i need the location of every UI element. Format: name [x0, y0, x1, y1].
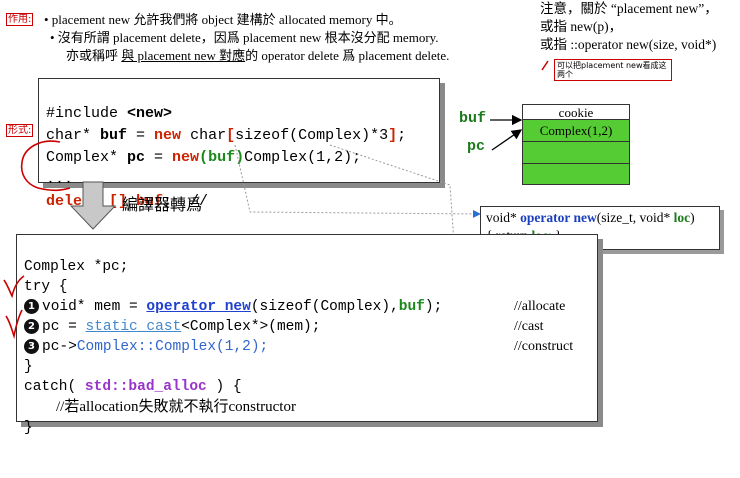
code2-line-allocate: 1 void* mem = operator new(sizeof(Complex…: [24, 297, 565, 317]
code-expansion: Complex *pc; try { 1 void* mem = operator n…: [24, 237, 573, 478]
comment-cast: //cast: [514, 319, 544, 334]
code2-line-close-catch: }: [24, 420, 33, 436]
code-box-expansion: Complex *pc; try { 1 void* mem = operator n…: [16, 234, 598, 436]
handwritten-checks: [3, 275, 25, 340]
comment-construct: //construct: [514, 339, 574, 354]
code2-line-catch: catch( std::bad_alloc ) {: [24, 379, 242, 395]
comment-allocate: //allocate: [514, 299, 566, 314]
code2-line-decl: Complex *pc;: [24, 259, 129, 275]
operator-new-line-1: void* operator new(size_t, void* loc): [486, 210, 695, 225]
code2-line-try: try {: [24, 279, 68, 295]
code2-line-close-try: }: [24, 359, 33, 375]
code2-line-construct: 3 pc->Complex::Complex(1,2);//construct: [24, 337, 573, 357]
code2-line-comment: //若allocation失敗就不執行constructor: [56, 399, 296, 415]
code2-line-cast: 2 pc = static_cast<Complex*>(mem);//cast: [24, 317, 544, 337]
